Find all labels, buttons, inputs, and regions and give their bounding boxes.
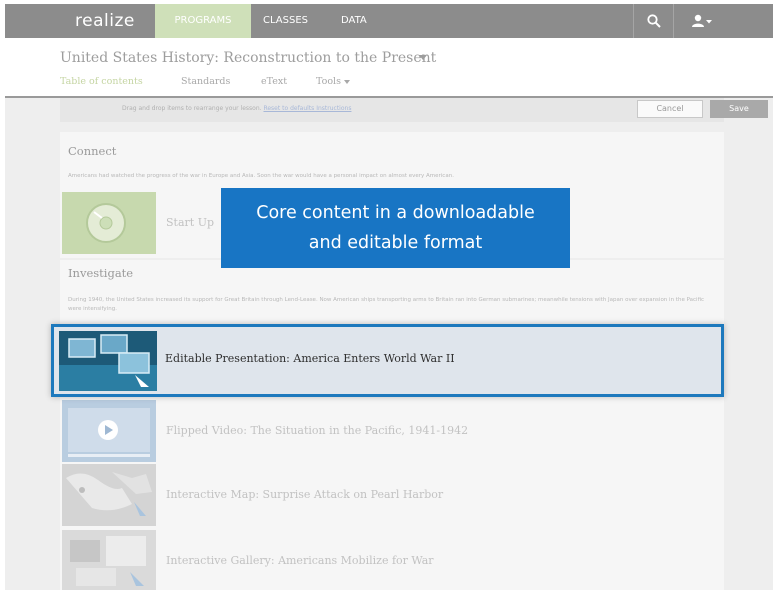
tab-tools-label: Tools [316,76,341,87]
feature-callout: Core content in a downloadable and edita… [221,188,570,268]
top-nav-bar: realize PROGRAMS CLASSES DATA [5,4,773,38]
map-icon [62,464,156,526]
section-investigate: Investigate During 1940, the United Stat… [60,260,724,590]
section-title: Connect [68,144,117,158]
user-menu-button[interactable] [673,4,729,38]
gallery-icon [62,530,156,590]
cancel-button[interactable]: Cancel [637,100,703,118]
play-icon [62,400,156,462]
tab-etext[interactable]: eText [261,76,287,87]
nav-tab-data[interactable]: DATA [341,4,367,38]
tab-tools[interactable]: Tools [316,76,350,87]
course-title[interactable]: United States History: Reconstruction to… [60,50,436,66]
disc-icon [62,192,156,254]
list-item-interactive-map[interactable]: Interactive Map: Surprise Attack on Pear… [60,464,724,526]
nav-tab-classes[interactable]: CLASSES [263,4,308,38]
section-description: During 1940, the United States increased… [68,297,705,312]
list-item-editable-presentation[interactable]: Editable Presentation: America Enters Wo… [51,324,724,397]
course-header: United States History: Reconstruction to… [5,38,773,98]
caret-down-icon [343,79,350,84]
chevron-down-icon[interactable] [419,55,427,60]
nav-tab-programs[interactable]: PROGRAMS [155,4,251,38]
edit-instruction-text: Drag and drop items to rearrange your le… [122,105,262,112]
tab-table-of-contents[interactable]: Table of contents [60,76,143,87]
reset-link[interactable]: Reset to defaults Instructions [263,105,351,112]
item-title: Start Up [166,216,215,229]
section-title: Investigate [68,266,134,280]
item-title: Interactive Gallery: Americans Mobilize … [166,554,434,567]
list-item-interactive-gallery[interactable]: Interactive Gallery: Americans Mobilize … [60,530,724,590]
item-title: Flipped Video: The Situation in the Paci… [166,424,469,437]
list-item-flipped-video[interactable]: Flipped Video: The Situation in the Paci… [60,400,724,462]
save-button[interactable]: Save [710,100,768,118]
section-description: Americans had watched the progress of th… [68,173,454,179]
start-up-thumbnail [62,192,156,254]
item-title: Editable Presentation: America Enters Wo… [165,352,455,365]
search-button[interactable] [633,4,673,38]
user-icon [691,14,712,27]
callout-line-2: and editable format [308,233,483,253]
presentation-thumbnail [59,331,157,391]
gallery-thumbnail [62,530,156,590]
search-icon [646,14,661,28]
edit-instruction: Drag and drop items to rearrange your le… [122,105,351,112]
callout-line-1: Core content in a downloadable [256,203,535,223]
video-thumbnail [62,400,156,462]
presentation-icon [59,331,157,391]
edit-mode-bar: Drag and drop items to rearrange your le… [60,98,768,122]
tab-standards[interactable]: Standards [181,76,230,87]
map-thumbnail [62,464,156,526]
item-title: Interactive Map: Surprise Attack on Pear… [166,488,444,501]
brand-logo[interactable]: realize [75,11,135,31]
